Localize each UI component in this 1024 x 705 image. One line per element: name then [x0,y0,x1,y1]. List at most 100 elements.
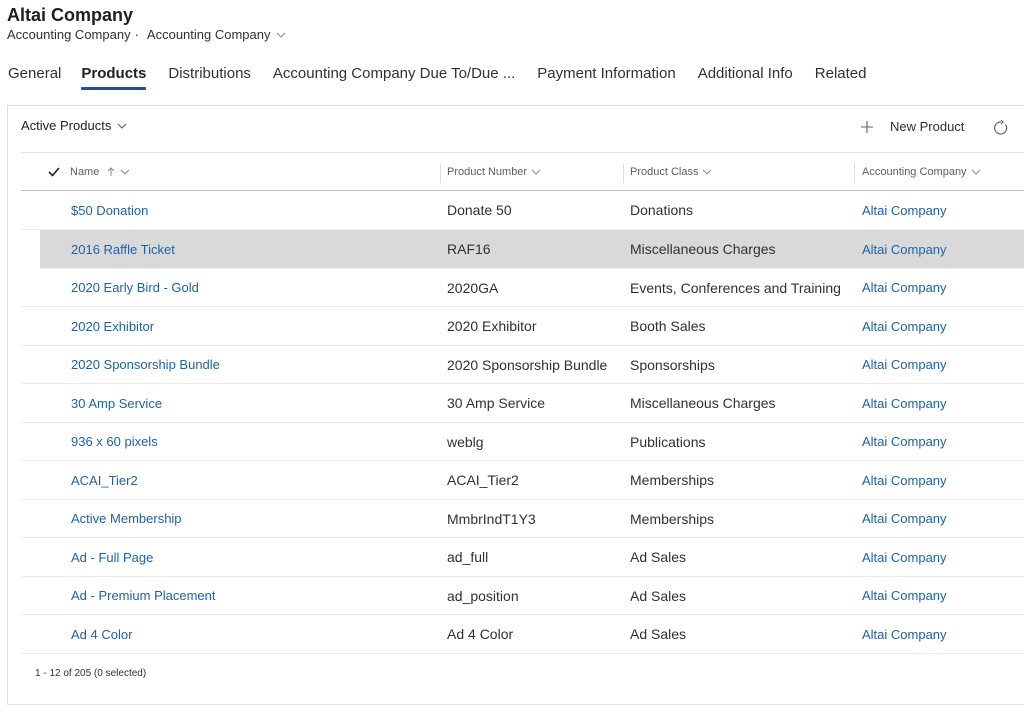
product-name-link[interactable]: 936 x 60 pixels [71,423,158,461]
chevron-down-icon [971,169,980,175]
product-class-cell: Miscellaneous Charges [630,395,776,411]
record-header: Altai Company Accounting Company · Accou… [7,4,286,42]
table-row[interactable]: 2020 Sponsorship Bundle 2020 Sponsorship… [21,346,1024,384]
product-class-cell: Booth Sales [630,318,706,334]
column-header-product-class[interactable]: Product Class [630,153,712,191]
tab-additional-info[interactable]: Additional Info [698,64,793,90]
tab-due-to-due-from[interactable]: Accounting Company Due To/Due ... [273,64,515,90]
table-row[interactable]: Ad 4 Color Ad 4 Color Ad Sales Altai Com… [21,615,1024,654]
form-name: Accounting Company [146,27,271,42]
product-class-cell: Ad Sales [630,549,687,565]
product-class-cell: Memberships [630,472,715,488]
separator: · [134,27,139,42]
table-row[interactable]: Ad - Full Page ad_full Ad Sales Altai Co… [21,538,1024,577]
tab-payment-information[interactable]: Payment Information [537,64,675,90]
new-product-label: New Product [890,119,965,134]
product-name-link[interactable]: Active Membership [71,500,182,538]
table-row[interactable]: Ad - Premium Placement ad_position Ad Sa… [21,577,1024,615]
column-label-product-number: Product Number [447,166,528,178]
accounting-company-link[interactable]: Altai Company [862,423,947,461]
product-class-cell: Publications [630,433,706,450]
product-name-link[interactable]: 2020 Early Bird - Gold [71,269,199,307]
accounting-company-link[interactable]: Altai Company [862,615,947,653]
product-number-cell: 30 Amp Service [447,395,546,411]
accounting-company-link[interactable]: Altai Company [862,230,947,268]
column-header-product-number[interactable]: Product Number [447,153,541,191]
product-name-link[interactable]: 2016 Raffle Ticket [71,230,175,268]
column-divider[interactable] [854,163,855,183]
product-number-cell: 2020 Exhibitor [447,318,537,334]
column-divider[interactable] [623,163,624,183]
table-row[interactable]: 2020 Early Bird - Gold 2020GA Events, Co… [21,269,1024,307]
accounting-company-link[interactable]: Altai Company [862,538,947,576]
column-divider[interactable] [440,163,441,183]
product-number-cell: ad_position [447,587,519,604]
accounting-company-link[interactable]: Altai Company [862,500,947,538]
chevron-down-icon [276,32,285,38]
product-number-cell: ad_full [447,549,489,565]
product-class-cell: Memberships [630,510,715,527]
product-name-link[interactable]: Ad - Full Page [71,538,153,576]
grid-header: Name Product Number Product Class Accoun… [21,152,1024,191]
accounting-company-link[interactable]: Altai Company [862,461,947,499]
product-name-link[interactable]: 30 Amp Service [71,384,162,422]
tab-related[interactable]: Related [815,64,867,90]
product-name-link[interactable]: Ad 4 Color [71,615,132,653]
sort-ascending-icon [107,167,115,176]
record-title: Altai Company [7,5,134,25]
record-subtitle: Accounting Company · Accounting Company [7,27,286,42]
chevron-down-icon [120,169,130,175]
product-class-cell: Events, Conferences and Training [630,279,841,296]
accounting-company-link[interactable]: Altai Company [862,191,947,229]
column-label-accounting-company: Accounting Company [862,166,967,178]
select-all-checkbox[interactable] [47,153,63,191]
table-row[interactable]: ACAI_Tier2 ACAI_Tier2 Memberships Altai … [21,461,1024,500]
tab-bar: General Products Distributions Accountin… [8,64,888,90]
product-number-cell: MmbrIndT1Y3 [447,510,536,527]
product-class-cell: Sponsorships [630,356,715,373]
table-row[interactable]: 30 Amp Service 30 Amp Service Miscellane… [21,384,1024,423]
product-number-cell: ACAI_Tier2 [447,472,519,488]
chevron-down-icon [117,123,127,129]
product-name-link[interactable]: Ad - Premium Placement [71,577,216,615]
column-label-name: Name [70,166,100,178]
product-number-cell: 2020 Sponsorship Bundle [447,356,608,373]
form-selector[interactable]: Accounting Company [147,27,286,42]
product-number-cell: Donate 50 [447,202,512,218]
view-selector[interactable]: Active Products [21,118,127,133]
product-number-cell: Ad 4 Color [447,626,514,642]
product-class-cell: Ad Sales [630,626,687,642]
product-name-link[interactable]: 2020 Exhibitor [71,307,154,345]
chevron-down-icon [703,169,712,175]
tab-products[interactable]: Products [81,64,147,90]
products-grid: Name Product Number Product Class Accoun… [21,152,1024,654]
accounting-company-link[interactable]: Altai Company [862,384,947,422]
column-header-accounting-company[interactable]: Accounting Company [862,153,981,191]
column-header-name[interactable]: Name [70,153,130,191]
product-name-link[interactable]: 2020 Sponsorship Bundle [71,346,220,384]
plus-icon [861,120,873,133]
table-row[interactable]: 2020 Exhibitor 2020 Exhibitor Booth Sale… [21,307,1024,346]
tab-general[interactable]: General [8,64,61,90]
product-number-cell: RAF16 [447,241,491,257]
table-row[interactable]: $50 Donation Donate 50 Donations Altai C… [21,191,1024,230]
accounting-company-link[interactable]: Altai Company [862,269,947,307]
product-number-cell: 2020GA [447,279,499,296]
product-name-link[interactable]: $50 Donation [71,191,148,229]
product-class-cell: Ad Sales [630,587,687,604]
entity-name: Accounting Company [7,27,131,42]
accounting-company-link[interactable]: Altai Company [862,346,947,384]
product-class-cell: Miscellaneous Charges [630,241,776,257]
table-row[interactable]: 2016 Raffle Ticket RAF16 Miscellaneous C… [40,230,1024,269]
product-number-cell: weblg [447,433,484,450]
refresh-icon[interactable] [993,120,1009,136]
accounting-company-link[interactable]: Altai Company [862,307,947,345]
product-name-link[interactable]: ACAI_Tier2 [71,461,138,499]
accounting-company-link[interactable]: Altai Company [862,577,947,615]
grid-footer-status: 1 - 12 of 205 (0 selected) [35,668,147,679]
checkmark-icon [48,167,60,177]
tab-distributions[interactable]: Distributions [168,64,251,90]
table-row[interactable]: Active Membership MmbrIndT1Y3 Membership… [21,500,1024,538]
table-row[interactable]: 936 x 60 pixels weblg Publications Altai… [21,423,1024,461]
new-product-button[interactable]: New Product [860,119,964,134]
